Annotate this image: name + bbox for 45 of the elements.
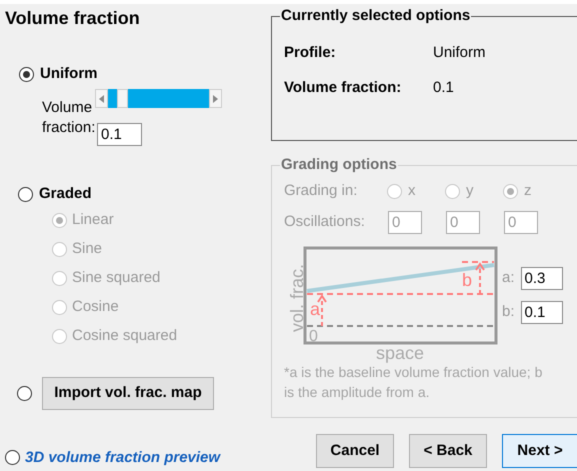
import-button[interactable]: Import vol. frac. map [42,376,214,410]
dialog-button[interactable]: Next > [502,434,577,468]
radio-label: Cosine [72,296,119,317]
right-arrow-icon [213,94,218,102]
summary-value: 0.1 [433,78,454,96]
summary-value: Uniform [433,42,486,60]
axis-label: vol. frac. [287,263,307,332]
radio-label: x [408,181,416,202]
field-label: Volume fraction: [42,98,94,138]
preview-link[interactable]: 3D volume fraction preview [25,446,220,469]
radio-label: Uniform [40,64,98,84]
radio-label: Graded [39,184,92,204]
axis-label: space [376,342,424,362]
section-title: Volume fraction [4,7,141,30]
dialog-button[interactable]: < Back [409,434,487,468]
panel-title: Currently selected options [280,6,472,26]
field-label: b: [502,302,515,322]
dialog-button[interactable]: Cancel [316,434,394,468]
radio-label: Sine squared [72,268,160,288]
left-arrow-button[interactable] [95,89,108,108]
dashed-line [462,260,494,262]
note-text: *a is the baseline volume fraction value; b is the amplitude from a. [284,363,544,402]
summary-label: Volume fraction: [284,78,402,96]
summary-label: Profile: [284,42,337,60]
radio-button[interactable] [19,66,34,82]
slider[interactable] [95,89,222,108]
radio-button[interactable] [5,450,20,466]
marker-label: a [310,298,320,318]
marker-label: b [462,270,472,290]
radio-label: y [466,181,474,202]
slider-thumb[interactable] [117,89,128,108]
arrow-icon [475,262,485,294]
input-field[interactable]: 0.1 [97,123,142,146]
field-label: a: [502,268,515,288]
radio-label: Linear [72,210,114,230]
left-arrow-icon [99,94,104,102]
radio-label: z [524,181,532,202]
right-arrow-button[interactable] [209,89,222,108]
radio-label: Sine [72,238,102,259]
zero-label: 0 [309,328,318,344]
field-label: Grading in: [284,181,358,202]
panel-title: Grading options [280,155,398,175]
field-label: Oscillations: [284,212,366,232]
radio-button[interactable] [17,386,32,400]
radio-label: Cosine squared [72,326,178,346]
